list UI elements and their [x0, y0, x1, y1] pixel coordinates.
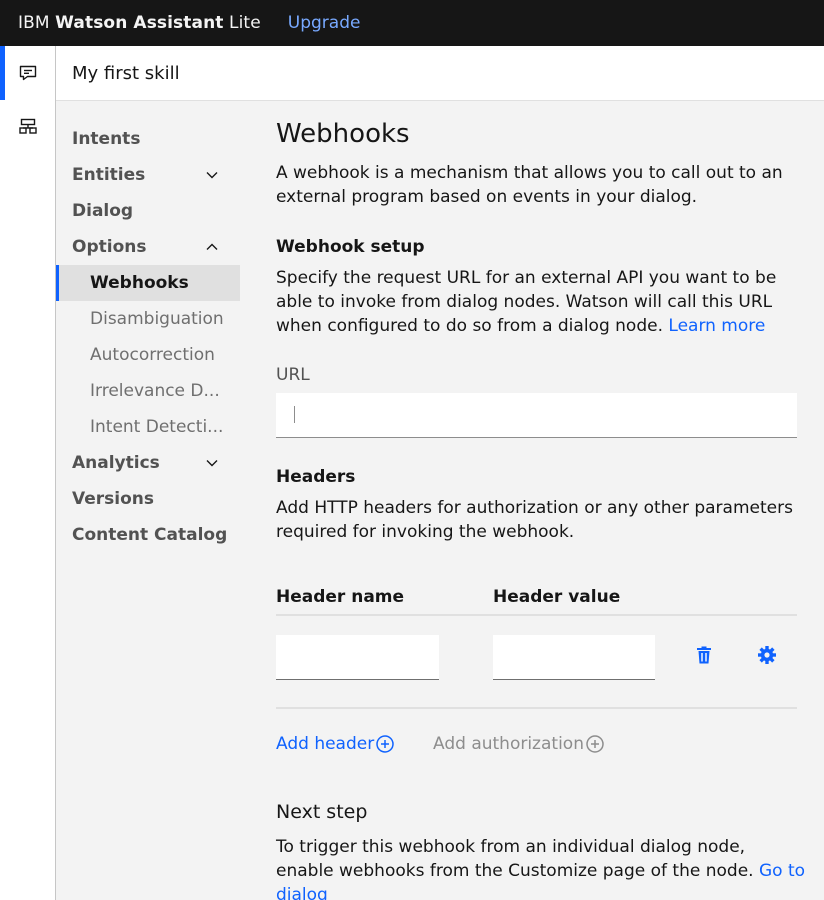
headers-text: Add HTTP headers for authorization or an… [276, 498, 793, 542]
column-header-name: Header name [276, 587, 405, 607]
chevron-down-icon [206, 172, 218, 179]
delete-header-button[interactable] [692, 643, 716, 667]
nav-subitem-disambiguation[interactable]: Disambiguation [56, 301, 240, 337]
add-authorization-button[interactable]: Add authorization [433, 734, 604, 754]
nav-item-intents[interactable]: Intents [56, 121, 240, 157]
skills-icon [18, 118, 37, 134]
product-brand[interactable]: IBM Watson Assistant Lite [18, 13, 261, 33]
brand-plan: Lite [229, 13, 261, 33]
url-label: URL [276, 365, 310, 385]
next-step-title: Next step [276, 801, 368, 823]
column-header-value: Header value [493, 587, 621, 607]
nav-subitem-autocorrection[interactable]: Autocorrection [56, 337, 240, 373]
nav-item-label: Analytics [72, 453, 160, 473]
add-circle-icon [586, 735, 604, 753]
nav-item-analytics[interactable]: Analytics [56, 445, 240, 481]
rail-item-assistants[interactable] [0, 100, 55, 154]
text-cursor [294, 406, 295, 423]
divider [276, 707, 797, 709]
header-settings-button[interactable] [755, 643, 779, 667]
top-bar: IBM Watson Assistant Lite Upgrade [0, 0, 824, 46]
url-input[interactable] [276, 393, 797, 438]
webhook-setup-title: Webhook setup [276, 237, 425, 257]
skill-nav: Intents Entities Dialog Options Webhooks… [56, 101, 240, 553]
headers-table-header: Header name Header value [276, 579, 797, 616]
page-title: Webhooks [276, 119, 410, 149]
gear-icon [758, 646, 776, 664]
trash-icon [697, 646, 711, 664]
nav-subitem-irrelevance-detection[interactable]: Irrelevance D... [56, 373, 240, 409]
nav-subitem-webhooks[interactable]: Webhooks [56, 265, 240, 301]
chat-icon [19, 65, 36, 81]
left-rail [0, 46, 56, 900]
nav-item-options[interactable]: Options [56, 229, 240, 265]
brand-product: Watson Assistant [55, 13, 224, 33]
skill-header: My first skill [56, 46, 824, 101]
next-step-text: To trigger this webhook from an individu… [276, 835, 806, 900]
page-intro: A webhook is a mechanism that allows you… [276, 163, 783, 207]
header-value-input[interactable] [493, 635, 655, 680]
chevron-up-icon [206, 243, 218, 250]
header-name-input[interactable] [276, 635, 439, 680]
upgrade-link[interactable]: Upgrade [288, 13, 361, 33]
headers-title: Headers [276, 467, 356, 487]
nav-item-entities[interactable]: Entities [56, 157, 240, 193]
skill-name[interactable]: My first skill [72, 63, 180, 84]
nav-subitem-intent-detection[interactable]: Intent Detecti... [56, 409, 240, 445]
nav-item-label: Entities [72, 165, 146, 185]
chevron-down-icon [206, 460, 218, 467]
nav-item-label: Options [72, 237, 147, 257]
brand-company: IBM [18, 13, 50, 33]
next-step-description: To trigger this webhook from an individu… [276, 837, 754, 881]
add-header-button[interactable]: Add header [276, 734, 394, 754]
rail-item-skills[interactable] [0, 46, 55, 100]
add-circle-icon [376, 735, 394, 753]
add-authorization-label: Add authorization [433, 734, 584, 754]
add-header-label: Add header [276, 734, 375, 754]
nav-item-content-catalog[interactable]: Content Catalog [56, 517, 240, 553]
nav-item-versions[interactable]: Versions [56, 481, 240, 517]
nav-item-dialog[interactable]: Dialog [56, 193, 240, 229]
learn-more-link[interactable]: Learn more [668, 316, 765, 336]
webhook-setup-text: Specify the request URL for an external … [276, 266, 798, 338]
